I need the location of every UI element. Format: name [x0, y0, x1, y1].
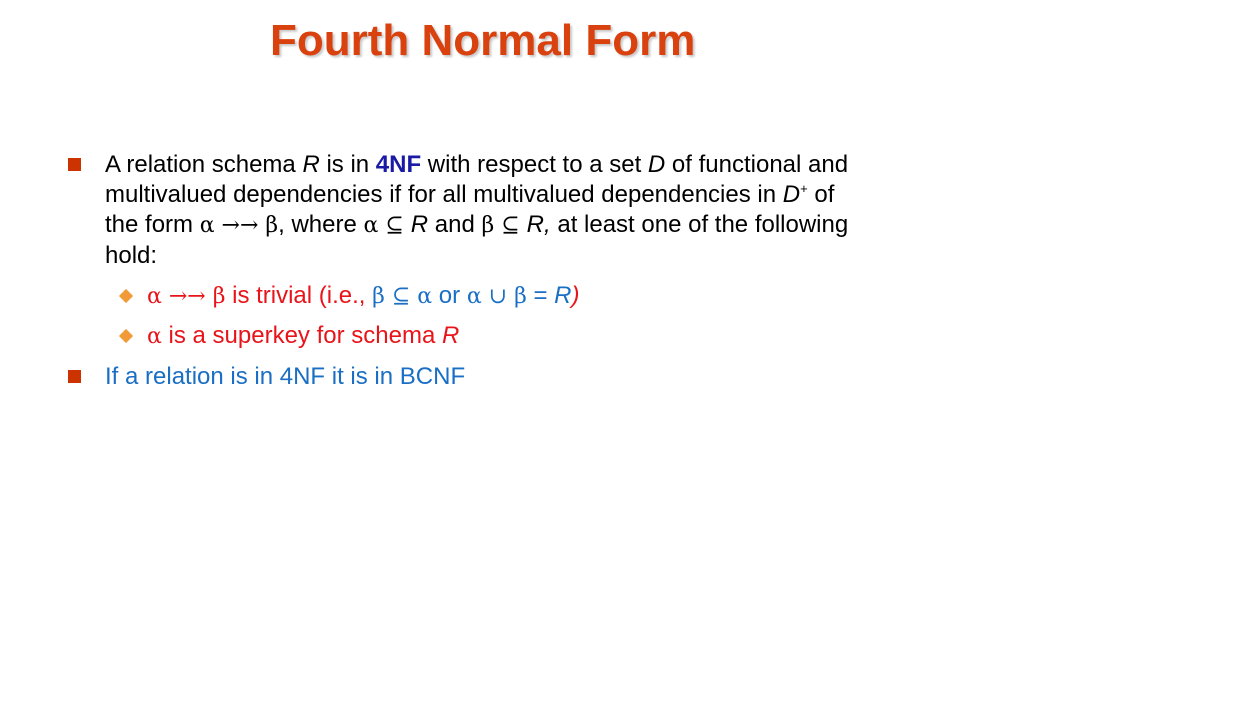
square-bullet-icon — [68, 158, 81, 171]
sub-bullet-trivial: α →→ β is trivial (i.e., β ⊆ α or α ∪ β … — [147, 282, 580, 309]
mvd-expression: α →→ β — [199, 213, 279, 238]
sub-bullet-superkey: α is a superkey for schema R — [147, 322, 460, 349]
keyword-4nf: 4NF — [375, 151, 422, 178]
bullet-4nf-definition: A relation schema R is in 4NF with respe… — [105, 150, 905, 271]
bullet-4nf-implies-bcnf: If a relation is in 4NF it is in BCNF — [105, 363, 466, 390]
symbol-D-plus: D — [782, 181, 801, 208]
bullet-1-line-1: A relation schema R is in 4NF with respe… — [105, 151, 849, 178]
diamond-bullet-icon — [118, 328, 134, 344]
bullet-1-line-2: multivalued dependencies if for all mult… — [105, 181, 835, 208]
square-bullet-icon — [68, 370, 81, 383]
bullet-1-line-4: hold: — [105, 242, 158, 269]
diamond-bullet-icon — [118, 288, 134, 304]
symbol-D: D — [647, 151, 666, 178]
symbol-R: R — [302, 151, 320, 178]
slide-title: Fourth Normal Form — [270, 16, 696, 65]
bullet-1-line-3: the form α →→ β, where α ⊆ R and β ⊆ R, … — [105, 211, 849, 238]
